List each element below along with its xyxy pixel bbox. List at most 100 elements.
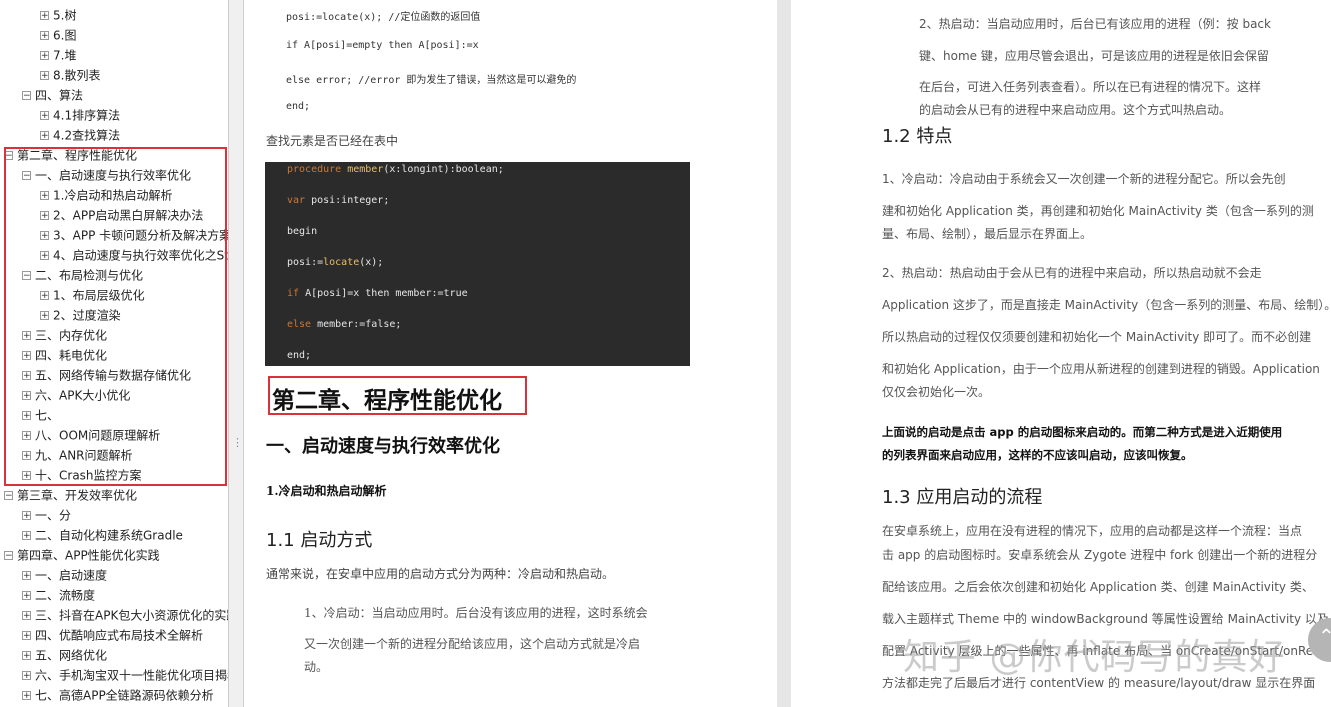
tree-item[interactable]: + 二、自动化构建系统Gradle bbox=[22, 525, 183, 545]
heading-1-2: 1.2 特点 bbox=[882, 126, 953, 147]
chapter-title: 第二章、程序性能优化 bbox=[272, 388, 502, 414]
tree-item[interactable]: − 第三章、开发效率优化 bbox=[4, 485, 137, 505]
chevron-up-icon[interactable]: ⌃ bbox=[1318, 624, 1331, 648]
quote-line: 动。 bbox=[304, 660, 329, 674]
subsection-title: 1.冷启动和热启动解析 bbox=[266, 484, 387, 498]
code-line: procedure member(x:longint):boolean; bbox=[287, 164, 504, 175]
expand-icon[interactable]: + bbox=[40, 71, 49, 81]
tree-item-label: 七、高德APP全链路源码依赖分析 bbox=[35, 688, 214, 703]
expand-icon[interactable]: + bbox=[22, 531, 31, 541]
tree-item[interactable]: + 一、分 bbox=[22, 505, 71, 525]
expand-icon[interactable]: + bbox=[22, 591, 31, 601]
code-line: end; bbox=[287, 350, 312, 361]
tree-item[interactable]: + 一、启动速度 bbox=[22, 565, 107, 585]
quote-line: 的启动会从已有的进程中来启动应用。这个方式叫热启动。 bbox=[919, 103, 1232, 117]
tree-item[interactable]: +7.堆 bbox=[40, 45, 76, 65]
tree-item[interactable]: − 四、算法 bbox=[22, 85, 83, 105]
find-label: 查找元素是否已经在表中 bbox=[266, 134, 399, 148]
tree-item-label: 5.树 bbox=[53, 8, 77, 23]
tree-item-label: 第三章、开发效率优化 bbox=[17, 488, 138, 503]
outline-sidebar: +5.树 +6.图 +7.堆 +8.散列表 − 四、算法 +4.1排序算法 +4.2查找算法 −… bbox=[0, 0, 228, 707]
paragraph-line: 所以热启动的过程仅仅须要创建和初始化一个 MainActivity 即可了。而不… bbox=[882, 330, 1312, 344]
tree-item-label: 六、手机淘宝双十一性能优化项目揭秘 bbox=[35, 668, 228, 683]
collapse-icon[interactable]: − bbox=[22, 91, 31, 101]
paragraph-line: 在安卓系统上，应用在没有进程的情况下，应用的启动都是这样一个流程：当点 bbox=[882, 524, 1303, 538]
expand-icon[interactable]: + bbox=[22, 611, 31, 621]
tree-item[interactable]: +4.2查找算法 bbox=[40, 125, 120, 145]
tree-item-label: 4.2查找算法 bbox=[53, 128, 121, 143]
tree-item[interactable]: + 四、优酷响应式布局技术全解析 bbox=[22, 625, 203, 645]
watermark: 知乎 @你代码写的真好 bbox=[903, 637, 1286, 678]
code-line: posi:=locate(x); //定位函数的返回值 bbox=[286, 12, 481, 23]
tree-item-label: 第四章、APP性能优化实践 bbox=[17, 548, 160, 563]
heading-1-3: 1.3 应用启动的流程 bbox=[882, 487, 1043, 508]
bold-paragraph-line: 的列表界面来启动应用，这样的不应该叫启动，应该叫恢复。 bbox=[882, 448, 1193, 462]
quote-line: 键、home 键，应用尽管会退出，可是该应用的进程是依旧会保留 bbox=[919, 49, 1269, 63]
expand-icon[interactable]: + bbox=[40, 131, 49, 141]
code-line: begin bbox=[287, 226, 318, 237]
paragraph-line: 和初始化 Application，由于一个应用从新进程的创建到进程的销毁。App… bbox=[882, 362, 1320, 376]
expand-icon[interactable]: + bbox=[40, 11, 49, 21]
paragraph-line: 仅仅会初始化一次。 bbox=[882, 385, 991, 399]
tree-item[interactable]: +4.1排序算法 bbox=[40, 105, 120, 125]
code-line: if A[posi]=empty then A[posi]:=x bbox=[286, 40, 479, 51]
paragraph-line: 2、热启动：热启动由于会从已有的进程中来启动，所以热启动就不会走 bbox=[882, 266, 1262, 280]
tree-item-label: 4.1排序算法 bbox=[53, 108, 121, 123]
expand-icon[interactable]: + bbox=[22, 511, 31, 521]
quote-line: 又一次创建一个新的进程分配给该应用，这个启动方式就是冷启 bbox=[304, 637, 641, 651]
tree-item[interactable]: + 三、抖音在APK包大小资源优化的实践 bbox=[22, 605, 228, 625]
tree-item-label: 五、网络优化 bbox=[35, 648, 108, 663]
tree-item[interactable]: + 二、流畅度 bbox=[22, 585, 95, 605]
tree-item-label: 一、分 bbox=[35, 508, 72, 523]
collapse-icon[interactable]: − bbox=[4, 551, 13, 561]
quote-line: 2、热启动：当启动应用时，后台已有该应用的进程（例：按 back bbox=[919, 17, 1271, 31]
paragraph-line: 配给该应用。之后会依次创建和初始化 Application 类、创建 MainA… bbox=[882, 580, 1314, 594]
expand-icon[interactable]: + bbox=[40, 31, 49, 41]
bold-paragraph-line: 上面说的启动是点击 app 的启动图标来启动的。而第二种方式是进入近期使用 bbox=[882, 425, 1283, 439]
intro-paragraph: 通常来说，在安卓中应用的启动方式分为两种：冷启动和热启动。 bbox=[266, 567, 615, 581]
section-title: 一、启动速度与执行效率优化 bbox=[266, 436, 500, 457]
code-block: procedure member(x:longint):boolean; var… bbox=[265, 162, 690, 366]
paragraph-line: 击 app 的启动图标时。安卓系统会从 Zygote 进程中 fork 创建出一… bbox=[882, 548, 1318, 562]
code-line: var posi:integer; bbox=[287, 195, 390, 206]
tree-item[interactable]: − 第四章、APP性能优化实践 bbox=[4, 545, 160, 565]
paragraph-line: Application 这步了，而是直接走 MainActivity（包含一系列… bbox=[882, 298, 1331, 312]
document-page-left: posi:=locate(x); //定位函数的返回值 if A[posi]=e… bbox=[244, 0, 777, 707]
code-line: end; bbox=[286, 101, 311, 112]
tree-item-label: 8.散列表 bbox=[53, 68, 101, 83]
quote-line: 1、冷启动：当启动应用时。后台没有该应用的进程，这时系统会 bbox=[304, 606, 648, 620]
expand-icon[interactable]: + bbox=[40, 111, 49, 121]
tree-item-label: 二、自动化构建系统Gradle bbox=[35, 528, 183, 543]
splitter-grip-icon[interactable]: ⋮ bbox=[232, 436, 243, 449]
document-page-right: 2、热启动：当启动应用时，后台已有该应用的进程（例：按 back 键、home … bbox=[791, 0, 1331, 707]
code-line: if A[posi]=x then member:=true bbox=[287, 288, 468, 299]
paragraph-line: 量、布局、绘制），最后显示在界面上。 bbox=[882, 227, 1093, 241]
expand-icon[interactable]: + bbox=[40, 51, 49, 61]
page-gap bbox=[777, 0, 791, 707]
quote-line: 在后台，可进入任务列表查看）。所以在已有进程的情况下。这样 bbox=[919, 80, 1262, 94]
expand-icon[interactable]: + bbox=[22, 571, 31, 581]
tree-item[interactable]: + 五、网络优化 bbox=[22, 645, 107, 665]
chapter-highlight-box bbox=[4, 147, 227, 486]
expand-icon[interactable]: + bbox=[22, 651, 31, 661]
expand-icon[interactable]: + bbox=[22, 631, 31, 641]
tree-item-label: 6.图 bbox=[53, 28, 77, 43]
sidebar-splitter[interactable]: ⋮ bbox=[228, 0, 244, 707]
code-line: posi:=locate(x); bbox=[287, 257, 384, 268]
collapse-icon[interactable]: − bbox=[4, 491, 13, 501]
tree-item[interactable]: + 七、高德APP全链路源码依赖分析 bbox=[22, 685, 214, 705]
tree-item[interactable]: +8.散列表 bbox=[40, 65, 100, 85]
tree-item-label: 一、启动速度 bbox=[35, 568, 108, 583]
tree-item-label: 四、优酷响应式布局技术全解析 bbox=[35, 628, 204, 643]
code-line: else member:=false; bbox=[287, 319, 402, 330]
paragraph-line: 建和初始化 Application 类，再创建和初始化 MainActivity… bbox=[882, 204, 1314, 218]
tree-item[interactable]: +6.图 bbox=[40, 25, 76, 45]
expand-icon[interactable]: + bbox=[22, 691, 31, 701]
tree-item-label: 二、流畅度 bbox=[35, 588, 96, 603]
heading-1-1: 1.1 启动方式 bbox=[266, 530, 373, 551]
code-line: else error; //error 即为发生了错误，当然这是可以避免的 bbox=[286, 75, 577, 86]
paragraph-line: 载入主题样式 Theme 中的 windowBackground 等属性设置给 … bbox=[882, 612, 1329, 626]
tree-item[interactable]: + 六、手机淘宝双十一性能优化项目揭秘 bbox=[22, 665, 228, 685]
expand-icon[interactable]: + bbox=[22, 671, 31, 681]
tree-item[interactable]: +5.树 bbox=[40, 5, 76, 25]
